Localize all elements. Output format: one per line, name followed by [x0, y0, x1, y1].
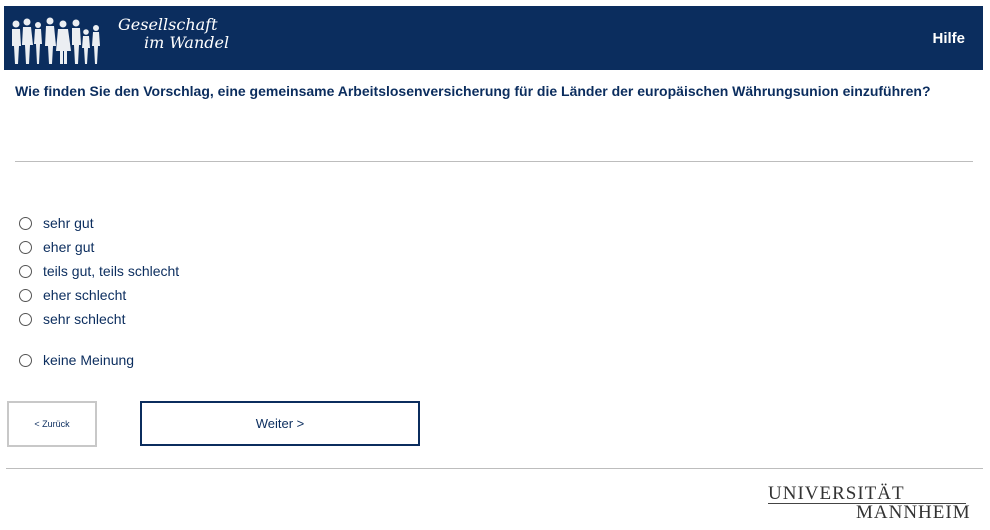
uni-logo-line-2: MANNHEIM: [856, 502, 971, 523]
option-label: teils gut, teils schlecht: [43, 263, 180, 279]
divider: [6, 468, 983, 469]
option-label: eher gut: [43, 239, 95, 255]
radio-button[interactable]: [19, 312, 32, 326]
option-label: keine Meinung: [43, 352, 135, 368]
logo-line-1: Gesellschaft: [118, 15, 218, 34]
divider: [15, 161, 973, 162]
option-label: eher schlecht: [43, 287, 127, 303]
option-label: sehr gut: [43, 215, 94, 231]
option-sehr-schlecht[interactable]: sehr schlecht: [19, 309, 125, 329]
header-bar: Gesellschaft im Wandel Hilfe: [4, 6, 983, 70]
radio-button[interactable]: [19, 216, 32, 230]
radio-button[interactable]: [19, 240, 32, 254]
radio-button[interactable]: [19, 288, 32, 302]
help-link[interactable]: Hilfe: [932, 30, 965, 47]
option-eher-schlecht[interactable]: eher schlecht: [19, 285, 126, 305]
survey-page: Gesellschaft im Wandel Hilfe Wie finden …: [0, 0, 990, 530]
option-eher-gut[interactable]: eher gut: [19, 237, 94, 257]
radio-button[interactable]: [19, 264, 32, 278]
option-sehr-gut[interactable]: sehr gut: [19, 213, 94, 233]
next-button[interactable]: Weiter >: [140, 401, 420, 446]
uni-logo-line-1: UNIVERSITÄT: [768, 483, 905, 504]
option-keine-meinung[interactable]: keine Meinung: [19, 350, 134, 370]
universitaet-mannheim-logo: UNIVERSITÄT MANNHEIM: [768, 483, 971, 524]
logo-text: Gesellschaft im Wandel: [118, 16, 229, 52]
option-teils-gut-teils-schlecht[interactable]: teils gut, teils schlecht: [19, 261, 179, 281]
radio-button[interactable]: [19, 353, 32, 367]
back-button[interactable]: < Zurück: [7, 401, 97, 447]
question-text: Wie finden Sie den Vorschlag, eine gemei…: [15, 83, 931, 99]
logo-line-2: im Wandel: [144, 33, 230, 52]
gesellschaft-im-wandel-logo: Gesellschaft im Wandel: [10, 12, 270, 68]
option-label: sehr schlecht: [43, 311, 126, 327]
people-silhouettes-icon: [12, 17, 100, 64]
